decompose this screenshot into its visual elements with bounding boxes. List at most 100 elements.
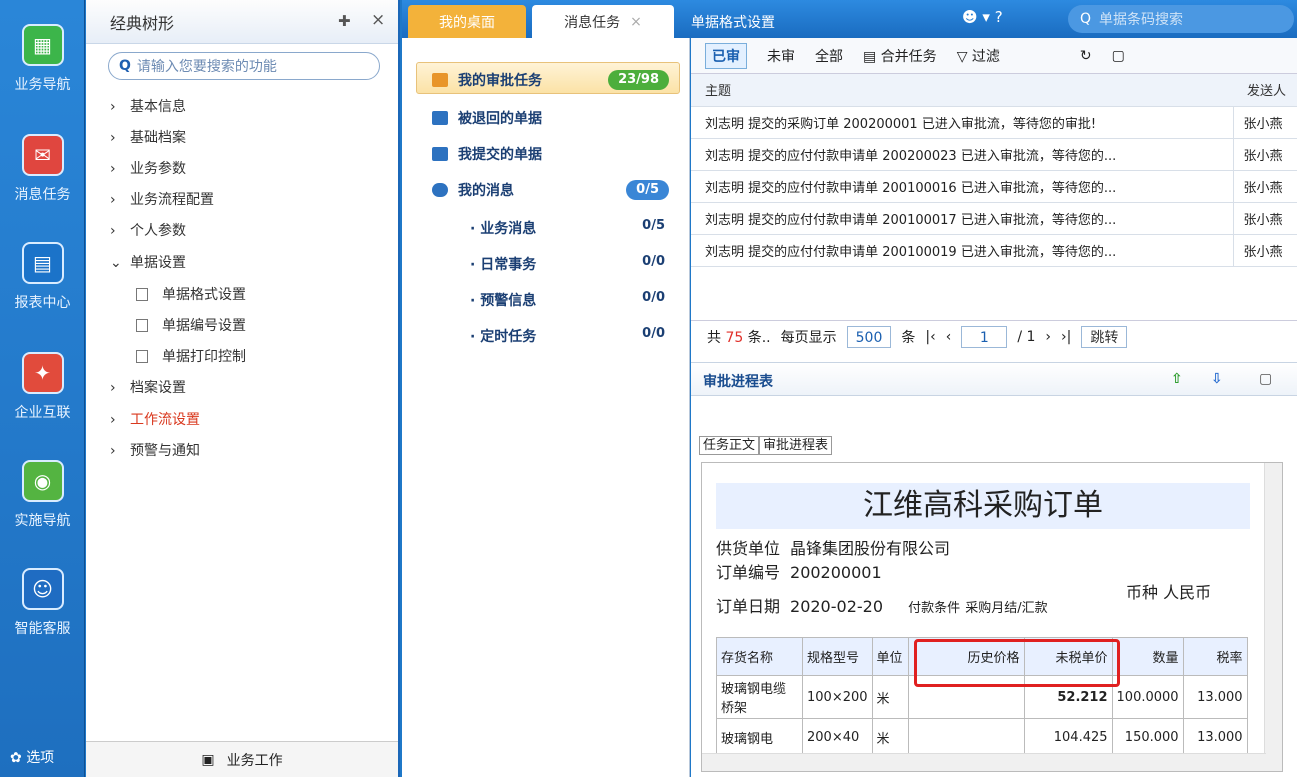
horizontal-scrollbar[interactable]: [702, 753, 1266, 771]
chevron-right-icon: ›: [110, 443, 116, 459]
filter-button[interactable]: ▽ 过滤: [957, 46, 1000, 66]
currency-row: 币种 人民币: [1126, 583, 1212, 602]
funnel-icon: ▽: [956, 48, 968, 65]
tree-node-doc-format[interactable]: 单据格式设置: [136, 284, 246, 304]
per-page-input[interactable]: 500: [846, 325, 892, 348]
sub-scheduled-tasks[interactable]: · 定时任务: [470, 326, 536, 346]
tree-node-archive-settings[interactable]: › 档案设置: [110, 377, 186, 397]
chevron-right-icon: ›: [110, 161, 116, 177]
business-work-button[interactable]: ▣ 业务工作: [86, 741, 398, 777]
maximize-icon[interactable]: ▢: [1112, 48, 1125, 64]
arrow-up-icon[interactable]: ⇧: [1171, 371, 1183, 387]
maximize-icon[interactable]: ▢: [1259, 371, 1272, 387]
merge-tasks-button[interactable]: ▤ 合并任务: [863, 46, 937, 66]
chevron-right-icon: ›: [110, 412, 116, 428]
chevron-down-icon[interactable]: ▾: [982, 8, 990, 26]
help-icon[interactable]: ?: [995, 8, 1003, 26]
filter-pending-button[interactable]: 未审: [767, 46, 795, 66]
tree-node-basic-archive[interactable]: › 基础档案: [110, 127, 186, 147]
task-my-approval[interactable]: 我的审批任务: [432, 70, 542, 90]
col-subject[interactable]: 主题: [691, 74, 1233, 107]
report-center-icon: ▤: [21, 242, 64, 284]
close-icon[interactable]: ×: [371, 10, 385, 30]
tree-node-doc-print[interactable]: 单据打印控制: [136, 346, 246, 366]
tree-node-alerts[interactable]: › 预警与通知: [110, 440, 200, 460]
tab-doc-format[interactable]: 单据格式设置: [678, 5, 788, 38]
tree-title: 经典树形: [110, 13, 175, 33]
refresh-icon[interactable]: ↻: [1080, 48, 1092, 64]
filter-all-button[interactable]: 全部: [815, 46, 843, 66]
filter-approved-button[interactable]: 已审: [705, 42, 747, 69]
subtab-task-body[interactable]: 任务正文: [699, 436, 760, 455]
chevron-right-icon: ›: [110, 223, 116, 239]
order-no-row: 订单编号 200200001: [716, 563, 882, 582]
barcode-search-input[interactable]: Q 单据条码搜索: [1068, 5, 1294, 33]
list-toolbar: 已审 未审 全部 ▤ 合并任务 ▽ 过滤 ↻ ▢: [691, 38, 1297, 74]
purchase-order-document: 江维高科采购订单 供货单位 晶锋集团股份有限公司 订单编号 200200001 订单…: [701, 462, 1283, 772]
next-page-icon[interactable]: ›: [1045, 329, 1051, 345]
vertical-scrollbar[interactable]: [1264, 463, 1282, 771]
sub-business-msg[interactable]: · 业务消息: [470, 218, 536, 238]
table-row[interactable]: 刘志明 提交的应付付款申请单 200100016 已进入审批流，等待您的... 张…: [691, 170, 1297, 203]
table-row[interactable]: 刘志明 提交的应付付款申请单 200100019 已进入审批流，等待您的... 张…: [691, 234, 1297, 267]
supplier-row: 供货单位 晶锋集团股份有限公司: [716, 539, 951, 558]
tree-node-basic-info[interactable]: › 基本信息: [110, 96, 186, 116]
rail-business-nav[interactable]: ▦ 业务导航: [0, 24, 85, 124]
tab-my-desktop[interactable]: 我的桌面: [408, 5, 526, 38]
message-task-icon: ✉: [21, 134, 64, 176]
tab-message-task[interactable]: 消息任务 ×: [532, 5, 674, 38]
go-button[interactable]: 跳转: [1081, 325, 1128, 348]
options-button[interactable]: ✿ 选项: [10, 747, 54, 767]
close-tab-icon[interactable]: ×: [630, 14, 642, 30]
message-count-badge: 0/5: [626, 180, 669, 200]
rail-report-center[interactable]: ▤ 报表中心: [0, 242, 85, 342]
last-page-icon[interactable]: ›|: [1061, 329, 1071, 345]
rail-message-task[interactable]: ✉ 消息任务: [0, 134, 85, 234]
briefcase-icon: [432, 73, 448, 87]
first-page-icon[interactable]: |‹: [925, 329, 935, 345]
chevron-right-icon: ›: [110, 99, 116, 115]
table-row[interactable]: 刘志明 提交的应付付款申请单 200200023 已进入审批流，等待您的... 张…: [691, 138, 1297, 171]
document-icon: [136, 350, 148, 363]
arrow-down-icon[interactable]: ⇩: [1211, 371, 1223, 387]
tree-node-personal-params[interactable]: › 个人参数: [110, 220, 186, 240]
page-input[interactable]: 1: [961, 325, 1008, 348]
merge-icon: ▤: [863, 48, 877, 65]
customer-service-icon: ☺: [21, 568, 64, 610]
table-row[interactable]: 刘志明 提交的应付付款申请单 200100017 已进入审批流，等待您的... 张…: [691, 202, 1297, 235]
rail-enterprise-link[interactable]: ✦ 企业互联: [0, 352, 85, 452]
task-list-panel: 我的审批任务 23/98 被退回的单据 我提交的单据 我的消息 0/5 · 业务…: [402, 38, 690, 777]
toolbar-icons: ☻ ▾ ?: [962, 8, 1003, 26]
tree-panel: 经典树形 ✚ × Q 请输入您要搜索的功能 › 基本信息 › 基础档案 › 业务参数 …: [86, 0, 400, 777]
tree-search-input[interactable]: Q 请输入您要搜索的功能: [108, 52, 380, 80]
subtab-approval-process[interactable]: 审批进程表: [759, 436, 833, 455]
task-submitted-docs[interactable]: 我提交的单据: [432, 144, 542, 164]
approval-header: 审批进程表 ⇧ ⇩ ▢: [691, 362, 1297, 396]
document-icon: [136, 288, 148, 301]
sub-daily-affairs[interactable]: · 日常事务: [470, 254, 536, 274]
document-icon: [136, 319, 148, 332]
search-icon: Q: [1080, 11, 1092, 27]
tree-node-workflow[interactable]: › 工作流设置: [110, 409, 200, 429]
task-table: 主题 发送人 刘志明 提交的采购订单 200200001 已进入审批流，等待您的审…: [691, 74, 1297, 267]
rail-customer-service[interactable]: ☺ 智能客服: [0, 568, 85, 668]
pin-icon[interactable]: ✚: [338, 12, 351, 30]
approval-subtabs: 任务正文 审批进程表: [699, 434, 833, 455]
task-my-messages[interactable]: 我的消息: [432, 180, 514, 200]
tree-node-business-params[interactable]: › 业务参数: [110, 158, 186, 178]
business-nav-icon: ▦: [21, 24, 64, 66]
rail-implementation-nav[interactable]: ◉ 实施导航: [0, 460, 85, 560]
table-row: 玻璃钢电 200×40 米 104.425 150.000 13.000: [716, 718, 1248, 757]
col-sender[interactable]: 发送人: [1233, 74, 1297, 107]
table-row[interactable]: 刘志明 提交的采购订单 200200001 已进入审批流，等待您的审批! 张小燕: [691, 106, 1297, 139]
task-returned-docs[interactable]: 被退回的单据: [432, 108, 542, 128]
sub-daily-affairs-count: 0/0: [642, 254, 665, 269]
sub-alert-info[interactable]: · 预警信息: [470, 290, 536, 310]
tree-node-doc-number[interactable]: 单据编号设置: [136, 315, 246, 335]
prev-page-icon[interactable]: ‹: [946, 329, 952, 345]
per-page-label: 每页显示: [780, 329, 837, 346]
tree-node-doc-settings[interactable]: ⌄ 单据设置: [110, 252, 186, 272]
user-icon[interactable]: ☻: [962, 8, 978, 26]
tree-node-process-config[interactable]: › 业务流程配置: [110, 189, 214, 209]
sub-scheduled-tasks-count: 0/0: [642, 326, 665, 341]
